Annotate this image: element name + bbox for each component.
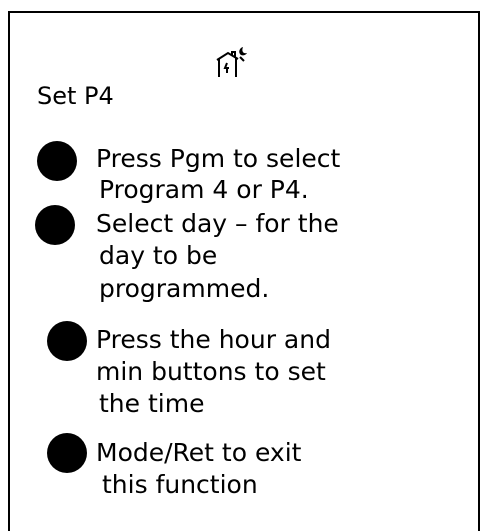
step-2-line-3: programmed. xyxy=(99,274,270,303)
page-title: Set P4 xyxy=(37,82,114,110)
step-4-line-1: Mode/Ret to exit xyxy=(96,438,302,467)
step-bullet-2 xyxy=(35,205,75,245)
step-bullet-3 xyxy=(47,321,87,361)
step-2-line-2: day to be xyxy=(99,241,218,270)
step-bullet-4 xyxy=(47,433,87,473)
step-3-line-2: min buttons to set xyxy=(96,357,326,386)
step-4-line-2: this function xyxy=(102,470,258,499)
step-3-line-1: Press the hour and xyxy=(96,325,331,354)
step-2-line-1: Select day – for the xyxy=(96,209,339,238)
step-3-line-3: the time xyxy=(99,389,205,418)
house-night-icon xyxy=(214,46,250,82)
step-bullet-1 xyxy=(37,141,77,181)
step-1-line-2: Program 4 or P4. xyxy=(99,175,309,204)
step-1-line-1: Press Pgm to select xyxy=(96,144,341,173)
